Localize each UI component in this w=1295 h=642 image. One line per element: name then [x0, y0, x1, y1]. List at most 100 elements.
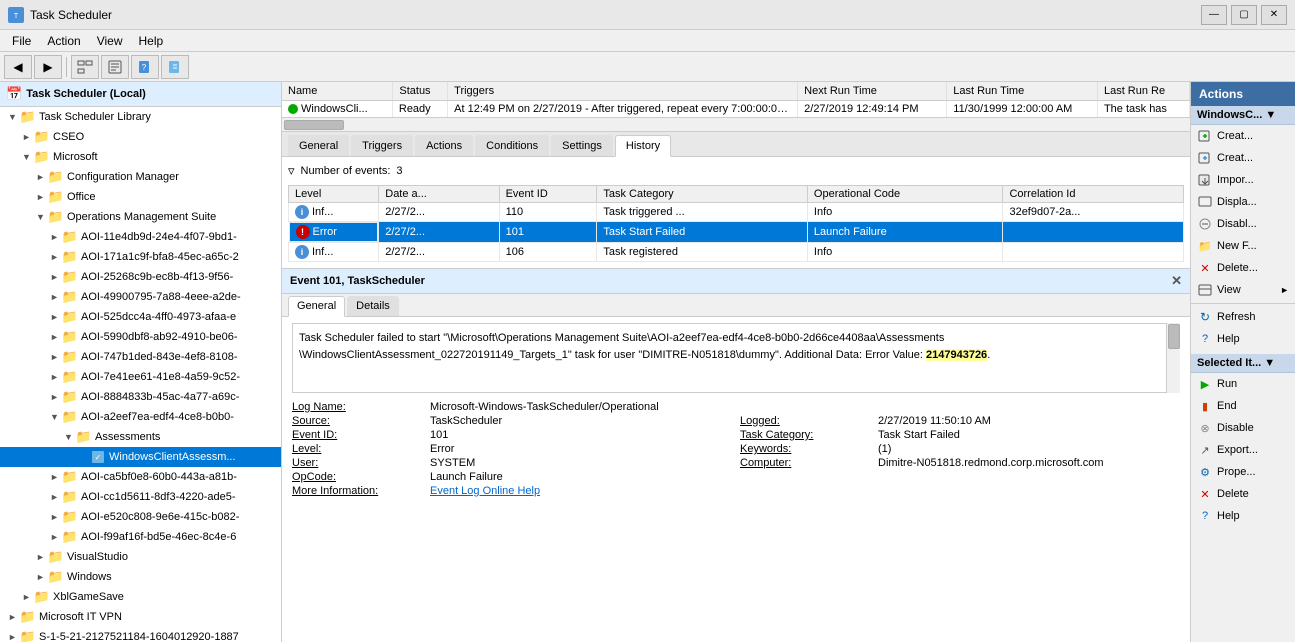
app-icon: T [8, 7, 24, 23]
col-triggers[interactable]: Triggers [448, 82, 798, 101]
tab-general[interactable]: General [288, 135, 349, 156]
menu-action[interactable]: Action [39, 32, 88, 50]
action-refresh[interactable]: ↻ Refresh [1191, 306, 1295, 328]
menu-file[interactable]: File [4, 32, 39, 50]
col-category[interactable]: Task Category [597, 186, 808, 203]
table-scrollbar[interactable] [282, 117, 1190, 131]
col-next-run[interactable]: Next Run Time [798, 82, 947, 101]
tree-item-aoi-1[interactable]: ► 📁 AOI-11e4db9d-24e4-4f07-9bd1- [0, 227, 281, 247]
tree-item-windows[interactable]: ► 📁 Windows [0, 567, 281, 587]
message-scrollbar[interactable] [1166, 323, 1180, 393]
tab-actions[interactable]: Actions [415, 135, 473, 156]
menu-help[interactable]: Help [131, 32, 172, 50]
action-import[interactable]: Impor... [1191, 169, 1295, 191]
event-message-container: Task Scheduler failed to start "\Microso… [292, 323, 1180, 393]
display-icon [1197, 194, 1213, 210]
tab-settings[interactable]: Settings [551, 135, 613, 156]
menu-view[interactable]: View [89, 32, 131, 50]
action-display[interactable]: Displa... [1191, 191, 1295, 213]
actions-header: Actions [1191, 82, 1295, 106]
tree-item-cseo[interactable]: ► 📁 CSEO [0, 127, 281, 147]
col-level[interactable]: Level [289, 186, 379, 203]
folder-icon: 📁 [48, 549, 64, 565]
tree-item-aoi-2[interactable]: ► 📁 AOI-171a1c9f-bfa8-45ec-a65c-2 [0, 247, 281, 267]
action-export[interactable]: ↗ Export... [1191, 439, 1295, 461]
tree-item-xbl[interactable]: ► 📁 XblGameSave [0, 587, 281, 607]
tree-item-microsoft[interactable]: ▼ 📁 Microsoft [0, 147, 281, 167]
action-new-folder[interactable]: 📁 New F... [1191, 235, 1295, 257]
col-status[interactable]: Status [393, 82, 448, 101]
eventid-cell: 106 [499, 243, 597, 262]
tree-item-aoi-9[interactable]: ► 📁 AOI-8884833b-45ac-4a77-a69c- [0, 387, 281, 407]
maximize-button[interactable]: ▢ [1231, 5, 1257, 25]
action-help-2[interactable]: ? Help [1191, 505, 1295, 527]
history-row-2[interactable]: !Error 2/27/2... 101 Task Start Failed L… [289, 222, 1184, 243]
action-help-1[interactable]: ? Help [1191, 328, 1295, 350]
tree-item-visual-studio[interactable]: ► 📁 VisualStudio [0, 547, 281, 567]
tree-item-aoi-f99af[interactable]: ► 📁 AOI-f99af16f-bd5e-46ec-8c4e-6 [0, 527, 281, 547]
action-create-task[interactable]: Creat... [1191, 125, 1295, 147]
properties-button[interactable] [101, 55, 129, 79]
tree-item-assessments[interactable]: ▼ 📁 Assessments [0, 427, 281, 447]
more-info-link[interactable]: Event Log Online Help [430, 485, 1180, 497]
tab-conditions[interactable]: Conditions [475, 135, 549, 156]
action-view[interactable]: View ► [1191, 279, 1295, 301]
col-correlation[interactable]: Correlation Id [1003, 186, 1184, 203]
action-run[interactable]: ▶ Run [1191, 373, 1295, 395]
tree-item-aoi-5[interactable]: ► 📁 AOI-525dcc4a-4ff0-4973-afaa-e [0, 307, 281, 327]
col-opcode[interactable]: Operational Code [807, 186, 1003, 203]
tab-history[interactable]: History [615, 135, 671, 157]
category-cell: Task triggered ... [597, 203, 808, 222]
event-panel-header: Event 101, TaskScheduler ✕ [282, 269, 1190, 294]
event-tab-details[interactable]: Details [347, 296, 399, 316]
action-properties[interactable]: ⚙ Prope... [1191, 461, 1295, 483]
tree-item-aoi-7[interactable]: ► 📁 AOI-747b1ded-843e-4ef8-8108- [0, 347, 281, 367]
forward-button[interactable]: ▶ [34, 55, 62, 79]
tree-button[interactable] [71, 55, 99, 79]
tree-item-aoi-e520c[interactable]: ► 📁 AOI-e520c808-9e6e-415c-b082- [0, 507, 281, 527]
col-name[interactable]: Name [282, 82, 393, 101]
tree-item-config-manager[interactable]: ► 📁 Configuration Manager [0, 167, 281, 187]
help-button-1[interactable]: ? [131, 55, 159, 79]
back-button[interactable]: ◀ [4, 55, 32, 79]
tree-item-office[interactable]: ► 📁 Office [0, 187, 281, 207]
col-last-result[interactable]: Last Run Re [1097, 82, 1189, 101]
tree-item-task-scheduler-library[interactable]: ▼ 📁 Task Scheduler Library [0, 107, 281, 127]
minimize-button[interactable]: — [1201, 5, 1227, 25]
action-disable-2[interactable]: ⊗ Disable [1191, 417, 1295, 439]
toolbar: ◀ ▶ ? [0, 52, 1295, 82]
tree-item-ms-it-vpn[interactable]: ► 📁 Microsoft IT VPN [0, 607, 281, 627]
tree-item-aoi-3[interactable]: ► 📁 AOI-25268c9b-ec8b-4f13-9f56- [0, 267, 281, 287]
tree-item-ops-mgmt[interactable]: ▼ 📁 Operations Management Suite [0, 207, 281, 227]
close-button[interactable]: ✕ [1261, 5, 1287, 25]
col-eventid[interactable]: Event ID [499, 186, 597, 203]
help-button-2[interactable] [161, 55, 189, 79]
tree-root[interactable]: 📅 Task Scheduler (Local) [0, 82, 281, 107]
tree-item-s1-5[interactable]: ► 📁 S-1-5-21-2127521184-1604012920-1887 [0, 627, 281, 642]
action-delete-1[interactable]: ✕ Delete... [1191, 257, 1295, 279]
table-row[interactable]: WindowsCli... Ready At 12:49 PM on 2/27/… [282, 101, 1190, 118]
event-title: Event 101, TaskScheduler [290, 275, 425, 287]
tree-item-windows-client[interactable]: ✓ WindowsClientAssessm... [0, 447, 281, 467]
task-next-run: 2/27/2019 12:49:14 PM [798, 101, 947, 118]
col-last-run[interactable]: Last Run Time [947, 82, 1098, 101]
tree-item-aoi-cc1d5[interactable]: ► 📁 AOI-cc1d5611-8df3-4220-ade5- [0, 487, 281, 507]
history-row-1[interactable]: iInf... 2/27/2... 110 Task triggered ...… [289, 203, 1184, 222]
tree-item-aoi-4[interactable]: ► 📁 AOI-49900795-7a88-4eee-a2de- [0, 287, 281, 307]
filter-icon: ▿ [288, 163, 295, 179]
tree-item-aoi-ca5bf[interactable]: ► 📁 AOI-ca5bf0e8-60b0-443a-a81b- [0, 467, 281, 487]
tree-item-aoi-a2eef[interactable]: ▼ 📁 AOI-a2eef7ea-edf4-4ce8-b0b0- [0, 407, 281, 427]
action-create-basic[interactable]: Creat... [1191, 147, 1295, 169]
history-row-3[interactable]: iInf... 2/27/2... 106 Task registered In… [289, 243, 1184, 262]
task-name: WindowsCli... [282, 101, 393, 117]
tree-item-aoi-6[interactable]: ► 📁 AOI-5990dbf8-ab92-4910-be06- [0, 327, 281, 347]
history-panel: ▿ Number of events: 3 Level Date a... Ev… [282, 157, 1190, 269]
action-delete-2[interactable]: ✕ Delete [1191, 483, 1295, 505]
action-disable[interactable]: Disabl... [1191, 213, 1295, 235]
tab-triggers[interactable]: Triggers [351, 135, 413, 156]
event-close-button[interactable]: ✕ [1171, 273, 1182, 289]
action-end[interactable]: ▮ End [1191, 395, 1295, 417]
event-tab-general[interactable]: General [288, 296, 345, 317]
tree-item-aoi-8[interactable]: ► 📁 AOI-7e41ee61-41e8-4a59-9c52- [0, 367, 281, 387]
col-date[interactable]: Date a... [379, 186, 499, 203]
